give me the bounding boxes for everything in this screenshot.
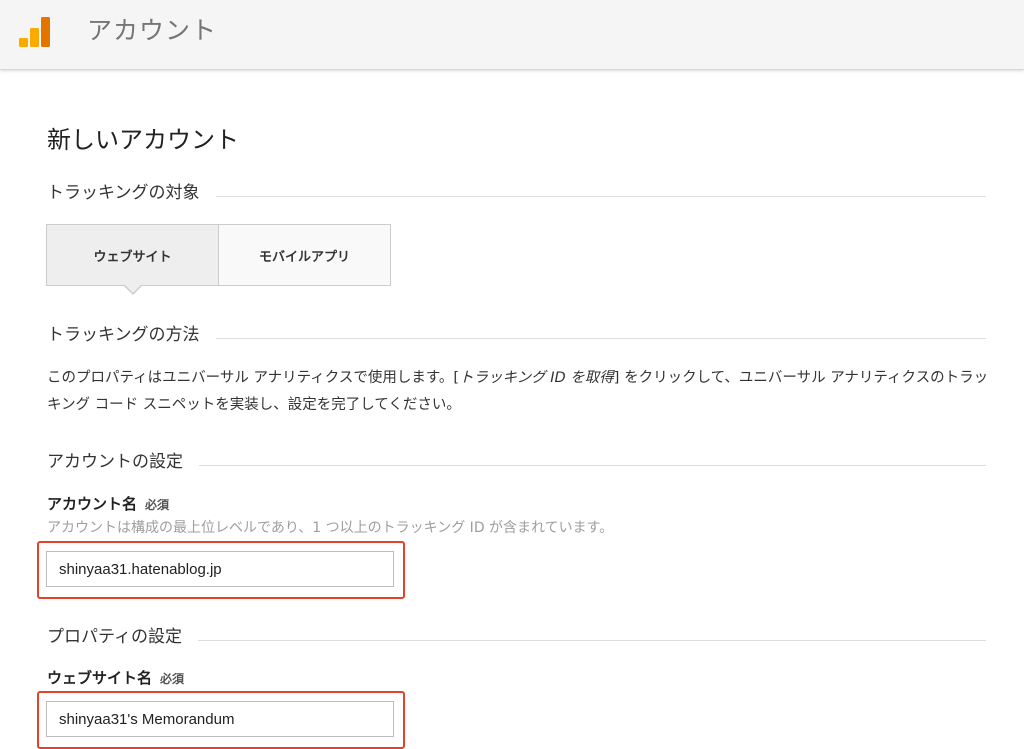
website-name-label-text: ウェブサイト名 xyxy=(47,669,153,687)
description-text-before: このプロパティはユニバーサル アナリティクスで使用します。[ xyxy=(47,370,460,386)
tab-website[interactable]: ウェブサイト xyxy=(47,225,219,295)
section-heading-tracking-method: トラッキングの方法 xyxy=(47,323,986,347)
section-heading-property-settings: プロパティの設定 xyxy=(47,625,986,649)
account-name-help-text: アカウントは構成の最上位レベルであり、1 つ以上のトラッキング ID が含まれて… xyxy=(47,520,614,536)
section-divider xyxy=(215,337,986,339)
account-name-label: アカウント名 必須 xyxy=(47,493,169,516)
tracking-target-tabs: ウェブサイト モバイルアプリ xyxy=(46,224,391,295)
selected-tab-caret-icon xyxy=(123,284,143,295)
page-title: 新しいアカウント xyxy=(47,126,239,154)
account-name-label-text: アカウント名 xyxy=(47,495,138,513)
section-heading-label: プロパティの設定 xyxy=(47,627,182,647)
account-name-input[interactable] xyxy=(46,551,394,587)
tab-mobile-app-label: モバイルアプリ xyxy=(258,249,350,265)
get-tracking-id-reference: トラッキング ID を取得 xyxy=(459,370,614,386)
website-name-input[interactable] xyxy=(46,701,394,737)
section-divider xyxy=(199,464,986,466)
section-heading-label: トラッキングの方法 xyxy=(47,325,200,345)
tab-website-label: ウェブサイト xyxy=(93,249,172,265)
required-badge: 必須 xyxy=(160,672,185,686)
header-title: アカウント xyxy=(87,16,218,45)
tab-mobile-app[interactable]: モバイルアプリ xyxy=(219,225,390,285)
section-divider xyxy=(215,195,986,197)
main-content: 新しいアカウント トラッキングの対象 ウェブサイト モバイルアプリ トラッキング… xyxy=(0,70,1024,749)
tracking-method-description: このプロパティはユニバーサル アナリティクスで使用します。[トラッキング ID … xyxy=(47,365,992,419)
section-heading-tracking-target: トラッキングの対象 xyxy=(47,181,986,205)
analytics-logo-icon[interactable] xyxy=(18,16,52,48)
website-name-label: ウェブサイト名 必須 xyxy=(47,667,184,690)
section-divider xyxy=(197,639,986,641)
app-header: アカウント xyxy=(0,0,1024,70)
section-heading-label: トラッキングの対象 xyxy=(47,183,200,203)
required-badge: 必須 xyxy=(145,498,170,512)
section-heading-label: アカウントの設定 xyxy=(47,452,183,472)
section-heading-account-settings: アカウントの設定 xyxy=(47,450,986,474)
